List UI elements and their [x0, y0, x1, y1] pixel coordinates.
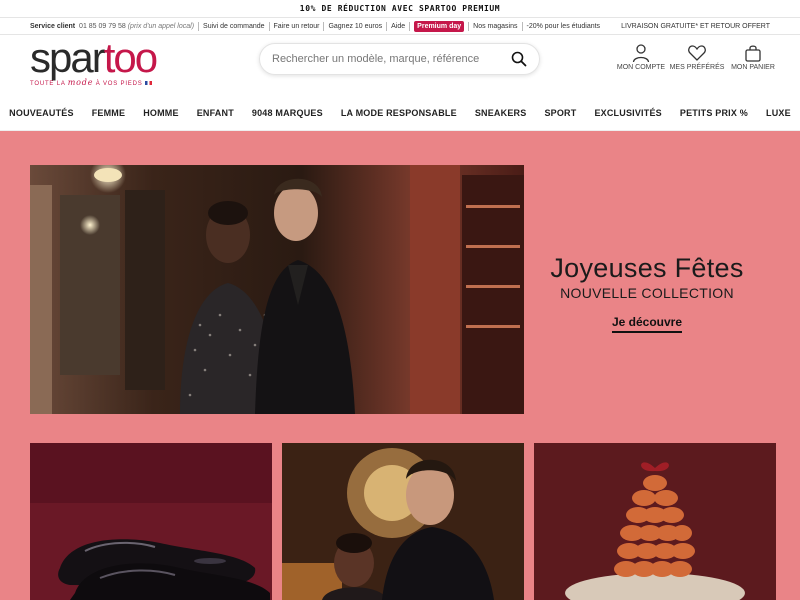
- heart-icon: [688, 45, 706, 61]
- nav-petits-prix[interactable]: PETITS PRIX %: [671, 108, 757, 118]
- service-phone: 01 85 09 79 58 (prix d'un appel local): [79, 22, 195, 30]
- hero-subtitle: NOUVELLE COLLECTION: [560, 285, 734, 301]
- hero-banner[interactable]: Joyeuses Fêtes NOUVELLE COLLECTION Je dé…: [30, 165, 770, 414]
- logo-tagline: TOUTE LA mode À VOS PIEDS: [30, 78, 240, 87]
- tile-couple[interactable]: [282, 443, 524, 600]
- favorites-label: MES PRÉFÉRÉS: [669, 64, 725, 71]
- cart-label: MON PANIER: [731, 64, 775, 71]
- link-nos-magasins[interactable]: Nos magasins: [469, 21, 523, 31]
- link-etudiants[interactable]: -20% pour les étudiants: [523, 22, 605, 31]
- customer-service[interactable]: Service client 01 85 09 79 58 (prix d'un…: [30, 21, 200, 31]
- nav-sneakers[interactable]: SNEAKERS: [466, 108, 536, 118]
- nav-luxe[interactable]: LUXE: [757, 108, 800, 118]
- bag-icon: [745, 45, 761, 62]
- utility-bar: Service client 01 85 09 79 58 (prix d'un…: [0, 17, 800, 35]
- nav-marques[interactable]: 9048 MARQUES: [243, 108, 332, 118]
- user-icon: [632, 44, 650, 63]
- link-faire-retour[interactable]: Faire un retour: [270, 21, 325, 31]
- service-label: Service client: [30, 22, 76, 30]
- nav-femme[interactable]: FEMME: [83, 108, 135, 118]
- nav-exclusivites[interactable]: EXCLUSIVITÉS: [585, 108, 670, 118]
- link-gagnez-10[interactable]: Gagnez 10 euros: [324, 21, 388, 31]
- link-suivi-commande[interactable]: Suivi de commande: [199, 21, 270, 31]
- nav-mode-responsable[interactable]: LA MODE RESPONSABLE: [332, 108, 466, 118]
- search-input[interactable]: [272, 53, 511, 65]
- favorites-button[interactable]: MES PRÉFÉRÉS: [669, 43, 725, 71]
- hero-title: Joyeuses Fêtes: [550, 253, 744, 283]
- link-aide[interactable]: Aide: [387, 21, 411, 31]
- utility-links: Service client 01 85 09 79 58 (prix d'un…: [30, 20, 621, 32]
- hero-cta-link[interactable]: Je découvre: [611, 315, 683, 333]
- search-bar: [259, 43, 540, 75]
- hero-cta: Je découvre: [524, 315, 770, 333]
- main-nav: NOUVEAUTÉS FEMME HOMME ENFANT 9048 MARQU…: [0, 95, 800, 131]
- header: spartoo TOUTE LA mode À VOS PIEDS MON CO…: [0, 35, 800, 95]
- search-icon[interactable]: [511, 51, 527, 67]
- logo-wordmark: spartoo: [30, 34, 158, 81]
- nav-nouveautes[interactable]: NOUVEAUTÉS: [0, 108, 83, 118]
- nav-homme[interactable]: HOMME: [134, 108, 188, 118]
- premium-day-wrapper: Premium day: [410, 20, 470, 32]
- hero-text: Joyeuses Fêtes NOUVELLE COLLECTION Je dé…: [524, 165, 770, 414]
- shipping-info[interactable]: LIVRAISON GRATUITE* ET RETOUR OFFERT: [621, 23, 770, 30]
- tile-gift[interactable]: [534, 443, 776, 600]
- hero-image[interactable]: [30, 165, 524, 414]
- french-flag-icon: [144, 81, 152, 86]
- tile-shoes[interactable]: [30, 443, 272, 600]
- cart-button[interactable]: MON PANIER: [728, 43, 778, 71]
- account-area: MON COMPTE MES PRÉFÉRÉS MON PANIER: [616, 43, 778, 71]
- account-label: MON COMPTE: [616, 64, 666, 71]
- nav-sport[interactable]: SPORT: [535, 108, 585, 118]
- promo-banner[interactable]: 10% DE RÉDUCTION AVEC SPARTOO PREMIUM: [0, 0, 800, 17]
- account-button[interactable]: MON COMPTE: [616, 43, 666, 71]
- nav-enfant[interactable]: ENFANT: [188, 108, 243, 118]
- premium-day-badge[interactable]: Premium day: [414, 20, 465, 32]
- spartoo-logo[interactable]: spartoo TOUTE LA mode À VOS PIEDS: [30, 34, 240, 88]
